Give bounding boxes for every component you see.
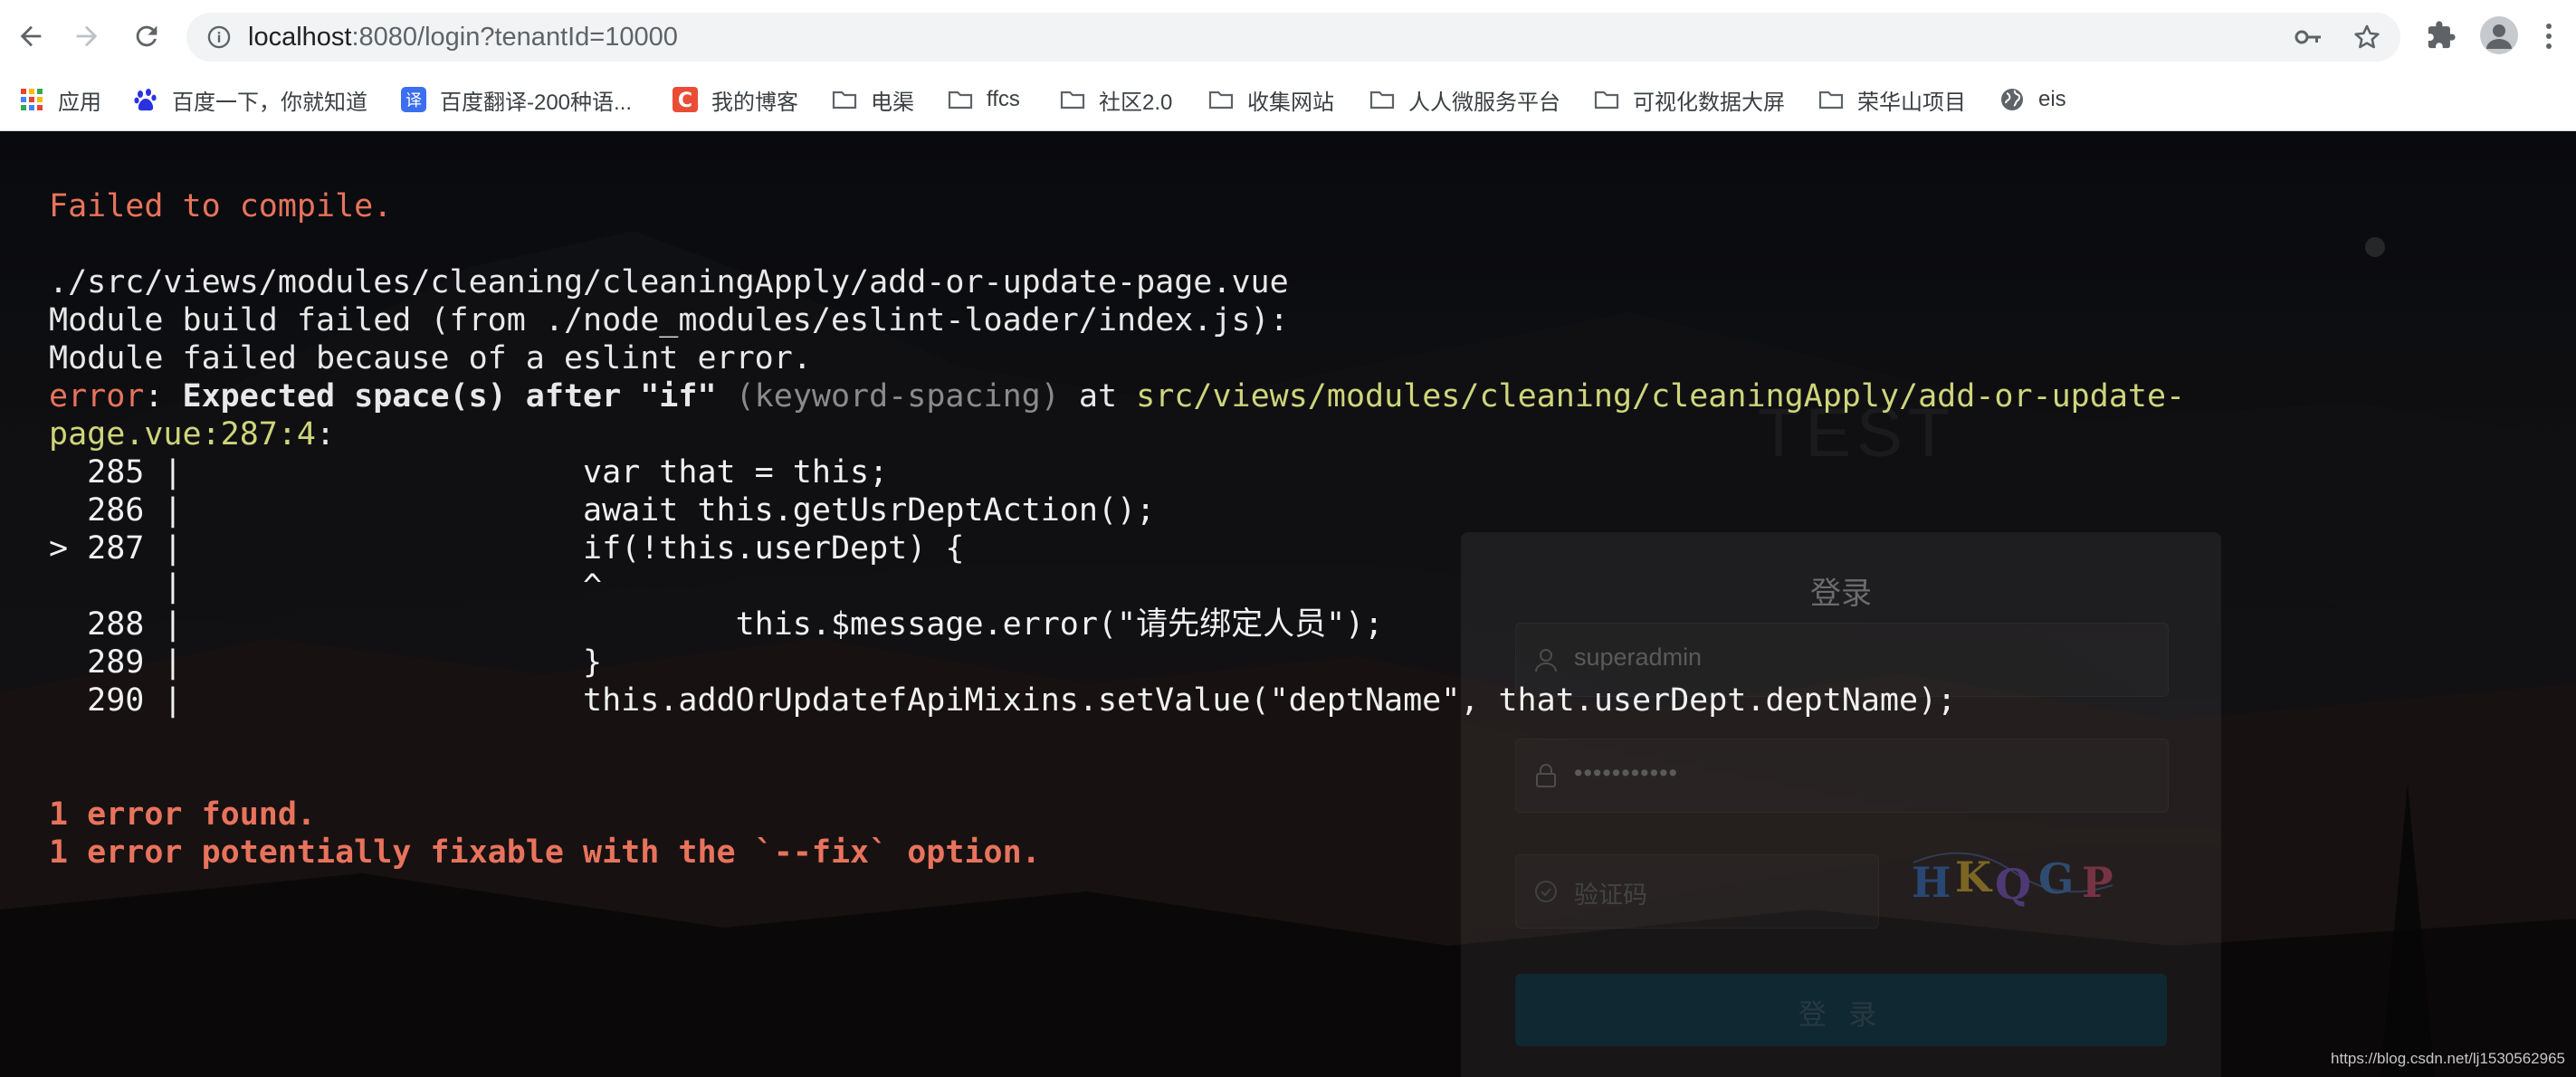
url-path: :8080/login?tenantId=10000: [351, 23, 678, 52]
code-line: > 287 | if(!this.userDept) {: [49, 530, 965, 567]
kebab-menu-icon[interactable]: [2540, 20, 2558, 52]
svg-text:译: 译: [405, 91, 422, 110]
baidu-paw-icon: [134, 89, 157, 111]
bookmark-baidu-translate[interactable]: 译 百度翻译-200种语...: [400, 83, 632, 116]
bookmark-eis[interactable]: eis: [1999, 83, 2066, 116]
profile-avatar-icon[interactable]: [2480, 16, 2518, 54]
folder-icon: [1208, 91, 1234, 110]
bookmark-folder-dianqu[interactable]: 电渠: [831, 83, 914, 116]
bookmark-label: 收集网站: [1247, 90, 1334, 115]
bookmark-label: 人人微服务平台: [1408, 90, 1560, 115]
bookmark-folder-ronghuashan[interactable]: 荣华山项目: [1818, 83, 1966, 116]
bookmark-label: 应用: [58, 90, 101, 115]
arrow-left-icon: [20, 25, 42, 47]
bookmark-label: 社区2.0: [1099, 90, 1173, 115]
info-icon[interactable]: [206, 24, 232, 50]
compile-error-text[interactable]: Failed to compile. ./src/views/modules/c…: [49, 187, 2185, 872]
bookmark-folder-renren[interactable]: 人人微服务平台: [1369, 83, 1560, 116]
error-module-line: Module build failed (from ./node_modules…: [49, 302, 1289, 338]
browser-chrome: localhost:8080/login?tenantId=10000 应用 百…: [0, 0, 2576, 131]
error-summary-count: 1 error found.: [49, 796, 317, 833]
folder-icon: [832, 91, 857, 110]
bookmark-folder-community[interactable]: 社区2.0: [1059, 83, 1172, 116]
error-location-2: page.vue:287:4: [49, 416, 317, 453]
bookmark-label: 我的博客: [711, 90, 798, 115]
key-icon[interactable]: [2294, 24, 2323, 50]
error-at: at: [1078, 378, 1118, 415]
reload-icon: [136, 25, 157, 47]
code-line: 285 | var that = this;: [49, 454, 889, 491]
baidu-translate-icon: 译: [401, 87, 426, 112]
svg-text:C: C: [678, 90, 692, 112]
folder-icon: [948, 91, 973, 110]
arrow-right-icon: [76, 25, 98, 47]
page-viewport: TEST 登录 superadmin ••••••••••• 验证码 H K Q…: [0, 131, 2576, 1077]
bookmark-label: 百度翻译-200种语...: [440, 90, 633, 115]
bookmark-apps[interactable]: 应用: [18, 83, 101, 116]
forward-button[interactable]: [69, 18, 105, 54]
csdn-watermark: https://blog.csdn.net/lj1530562965: [2331, 1050, 2565, 1067]
code-line: 289 | }: [49, 644, 603, 681]
error-location-1: src/views/modules/cleaning/cleaningApply…: [1136, 378, 2186, 415]
folder-icon: [1060, 91, 1085, 110]
error-summary-fixable: 1 error potentially fixable with the `--…: [49, 834, 1041, 871]
error-title: Failed to compile.: [49, 188, 393, 224]
star-icon[interactable]: [2352, 22, 2382, 52]
folder-icon: [1818, 91, 1844, 110]
code-line: 290 | this.addOrUpdatefApiMixins.setValu…: [49, 682, 1957, 719]
folder-icon: [1369, 91, 1395, 110]
reload-button[interactable]: [129, 18, 165, 54]
puzzle-extension-icon[interactable]: [2426, 20, 2457, 51]
url-host: localhost: [248, 23, 352, 52]
error-rule: (keyword-spacing): [735, 378, 1060, 415]
back-button[interactable]: [13, 18, 49, 54]
url-text[interactable]: localhost:8080/login?tenantId=10000: [248, 23, 678, 52]
bookmarks-bar: 应用 百度一下，你就知道 译 百度翻译-200种语... C 我的博客 电渠 f…: [0, 78, 2576, 121]
bookmark-label: 百度一下，你就知道: [172, 90, 367, 115]
bookmark-baidu[interactable]: 百度一下，你就知道: [132, 83, 367, 116]
bookmark-label: 电渠: [871, 90, 914, 115]
error-overlay: Failed to compile. ./src/views/modules/c…: [0, 131, 2576, 1077]
apps-grid-icon: [21, 89, 43, 110]
error-because-line: Module failed because of a eslint error.: [49, 340, 812, 376]
globe-icon: [2001, 89, 2023, 110]
bookmark-label: ffcs: [987, 87, 1020, 111]
error-file-path: ./src/views/modules/cleaning/cleaningApp…: [49, 264, 1289, 300]
bookmark-label: 荣华山项目: [1857, 90, 1966, 115]
bookmark-folder-collected[interactable]: 收集网站: [1207, 83, 1334, 116]
bookmark-label: eis: [2038, 87, 2066, 111]
address-bar[interactable]: localhost:8080/login?tenantId=10000: [186, 13, 2400, 62]
bookmark-folder-ffcs[interactable]: ffcs: [947, 83, 1020, 116]
address-row: localhost:8080/login?tenantId=10000: [0, 0, 2576, 72]
bookmark-folder-dashboard[interactable]: 可视化数据大屏: [1593, 83, 1785, 116]
code-line: 288 | this.$message.error("请先绑定人员");: [49, 606, 1384, 643]
csdn-c-icon: C: [673, 87, 698, 112]
code-line: | ^: [49, 568, 603, 605]
error-label: error: [49, 378, 145, 415]
bookmark-label: 可视化数据大屏: [1633, 90, 1785, 115]
bookmark-my-blog[interactable]: C 我的博客: [672, 83, 798, 116]
error-message: Expected space(s) after "if": [182, 378, 717, 415]
code-line: 286 | await this.getUsrDeptAction();: [49, 492, 1156, 529]
folder-icon: [1594, 91, 1619, 110]
